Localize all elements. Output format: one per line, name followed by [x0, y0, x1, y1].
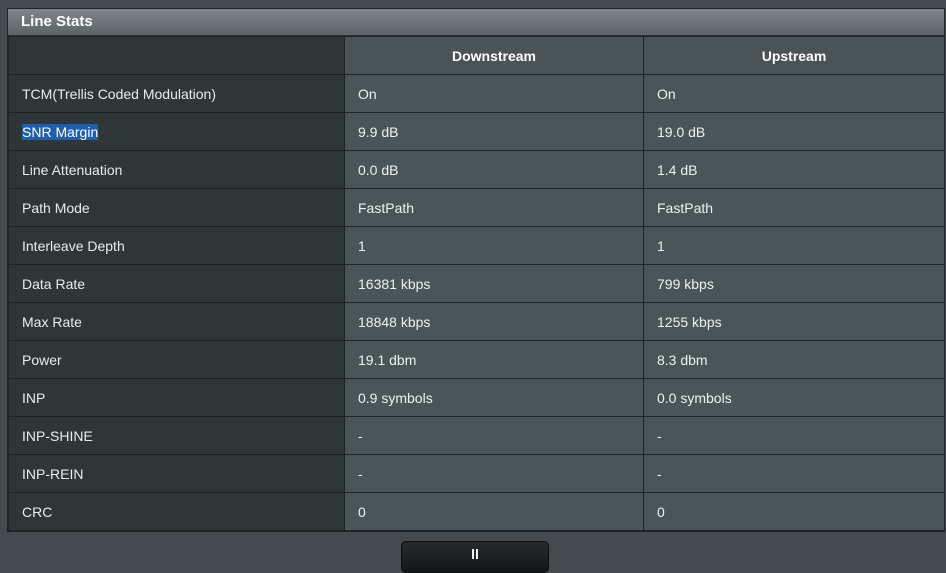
upstream-value: 0.0 symbols: [643, 378, 945, 417]
table-row-crc: CRC 0 0: [8, 492, 945, 531]
upstream-value: 799 kbps: [643, 264, 945, 303]
row-label-text: Interleave Depth: [22, 237, 125, 254]
row-label: Power: [8, 340, 345, 379]
row-label-text: Power: [22, 351, 62, 368]
row-label-text: CRC: [22, 503, 53, 520]
downstream-value: -: [344, 454, 644, 493]
row-label-text: INP-REIN: [22, 465, 84, 482]
row-label: Interleave Depth: [8, 226, 345, 265]
header-corner: [8, 36, 345, 75]
upstream-value: 1255 kbps: [643, 302, 945, 341]
row-label: Line Attenuation: [8, 150, 345, 189]
bottom-action-button[interactable]: ll: [401, 541, 549, 573]
row-label-text: INP-SHINE: [22, 427, 93, 444]
downstream-value: 9.9 dB: [344, 112, 644, 151]
row-label: CRC: [8, 492, 345, 531]
table-row-power: Power 19.1 dbm 8.3 dbm: [8, 340, 945, 379]
table-row-path-mode: Path Mode FastPath FastPath: [8, 188, 945, 227]
row-label-text: Max Rate: [22, 313, 82, 330]
row-label: INP-SHINE: [8, 416, 345, 455]
downstream-value: 0.9 symbols: [344, 378, 644, 417]
header-upstream: Upstream: [643, 36, 945, 75]
table-row-tcm: TCM(Trellis Coded Modulation) On On: [8, 74, 945, 113]
upstream-value: On: [643, 74, 945, 113]
row-label: Path Mode: [8, 188, 345, 227]
table-row-inp-shine: INP-SHINE - -: [8, 416, 945, 455]
row-label-text: Path Mode: [22, 199, 90, 216]
row-label: TCM(Trellis Coded Modulation): [8, 74, 345, 113]
upstream-value: 1.4 dB: [643, 150, 945, 189]
line-stats-panel: Line Stats Downstream Upstream TCM(Trell…: [7, 8, 945, 532]
upstream-value: -: [643, 454, 945, 493]
row-label-text: Data Rate: [22, 275, 86, 292]
row-label-text: TCM(Trellis Coded Modulation): [22, 85, 216, 102]
selected-row-label-text: SNR Margin: [22, 123, 99, 140]
upstream-value: -: [643, 416, 945, 455]
row-label: INP-REIN: [8, 454, 345, 493]
row-label-text: INP: [22, 389, 46, 406]
downstream-value: 0: [344, 492, 644, 531]
upstream-value: 19.0 dB: [643, 112, 945, 151]
table-row-snr-margin: SNR Margin 9.9 dB 19.0 dB: [8, 112, 945, 151]
downstream-value: 19.1 dbm: [344, 340, 644, 379]
row-label-text: Line Attenuation: [22, 161, 123, 178]
downstream-value: 16381 kbps: [344, 264, 644, 303]
downstream-value: On: [344, 74, 644, 113]
table-row-interleave-depth: Interleave Depth 1 1: [8, 226, 945, 265]
table-row-line-attenuation: Line Attenuation 0.0 dB 1.4 dB: [8, 150, 945, 189]
row-label: INP: [8, 378, 345, 417]
table-row-inp: INP 0.9 symbols 0.0 symbols: [8, 378, 945, 417]
downstream-value: 1: [344, 226, 644, 265]
row-label: Data Rate: [8, 264, 345, 303]
upstream-value: 0: [643, 492, 945, 531]
table-row-inp-rein: INP-REIN - -: [8, 454, 945, 493]
upstream-value: FastPath: [643, 188, 945, 227]
upstream-value: 8.3 dbm: [643, 340, 945, 379]
row-label: Max Rate: [8, 302, 345, 341]
table-row-data-rate: Data Rate 16381 kbps 799 kbps: [8, 264, 945, 303]
row-label: SNR Margin: [8, 112, 345, 151]
downstream-value: FastPath: [344, 188, 644, 227]
downstream-value: 0.0 dB: [344, 150, 644, 189]
downstream-value: 18848 kbps: [344, 302, 644, 341]
line-stats-table: Downstream Upstream TCM(Trellis Coded Mo…: [8, 36, 945, 531]
panel-title: Line Stats: [8, 9, 944, 36]
upstream-value: 1: [643, 226, 945, 265]
header-downstream: Downstream: [344, 36, 644, 75]
table-row-max-rate: Max Rate 18848 kbps 1255 kbps: [8, 302, 945, 341]
table-header-row: Downstream Upstream: [8, 36, 945, 75]
downstream-value: -: [344, 416, 644, 455]
